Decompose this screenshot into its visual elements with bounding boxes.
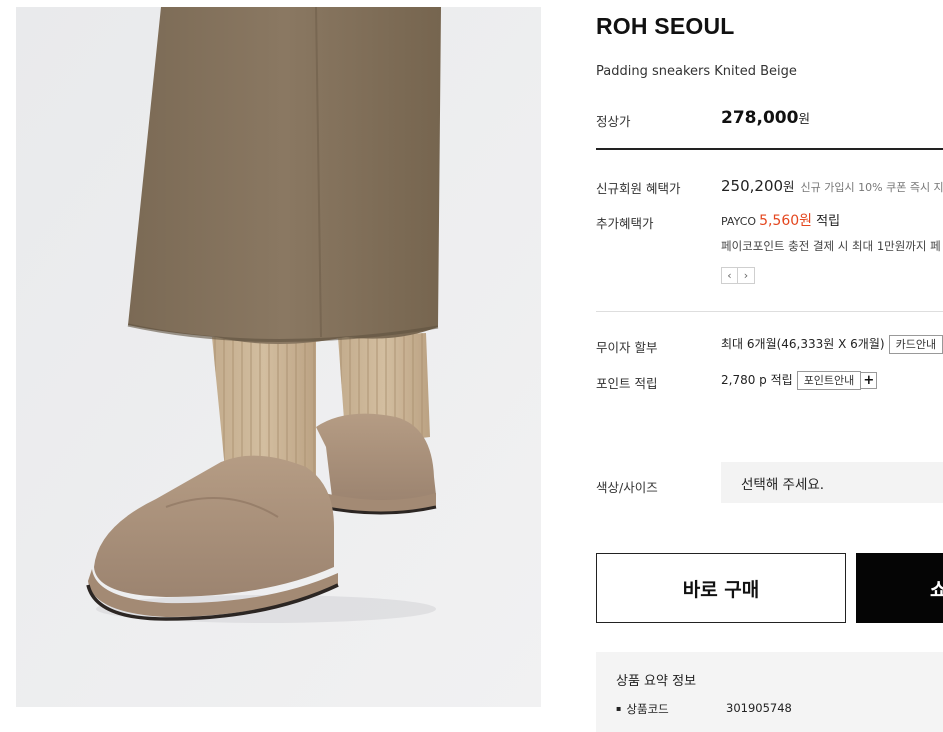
installment-value: 최대 6개월(46,333원 X 6개월) [721, 337, 885, 351]
payco-benefit: PAYCO 5,560원 적립 [721, 210, 840, 230]
regular-price: 278,000원 [721, 108, 810, 128]
member-price-label: 신규회원 혜택가 [596, 181, 681, 196]
card-info-button[interactable]: 카드안내 [888, 335, 943, 354]
product-image[interactable] [16, 7, 541, 707]
product-name: Padding sneakers Knited Beige [596, 64, 797, 79]
payco-label: PAYCO [721, 215, 757, 228]
currency-unit: 원 [798, 111, 810, 126]
buy-now-button[interactable]: 바로 구매 [596, 553, 846, 623]
benefit-divider [596, 311, 943, 312]
points-value: 2,780 p 적립 [721, 373, 793, 387]
installment-info: 최대 6개월(46,333원 X 6개월) 카드안내 [721, 335, 943, 354]
option-select[interactable]: 선택해 주세요. [721, 462, 943, 503]
summary-title: 상품 요약 정보 [616, 674, 697, 689]
option-label: 색상/사이즈 [596, 480, 658, 495]
cart-button-label: 쇼 [930, 578, 943, 601]
points-label: 포인트 적립 [596, 376, 658, 391]
regular-price-value: 278,000 [721, 108, 799, 128]
product-code-label: 상품코드 [616, 701, 668, 717]
product-code-value: 301905748 [726, 701, 792, 715]
product-photo-illustration [16, 7, 541, 707]
cart-button[interactable]: 쇼 [856, 553, 943, 623]
member-price-note: 신규 가입시 10% 쿠폰 즉시 지 [800, 181, 943, 194]
next-arrow-icon[interactable]: › [738, 267, 755, 284]
member-currency-unit: 원 [783, 179, 795, 194]
benefit-pager: ‹ › [721, 267, 755, 284]
plus-icon[interactable]: + [860, 372, 878, 389]
member-price: 250,200원 신규 가입시 10% 쿠폰 즉시 지 [721, 176, 943, 195]
option-select-placeholder: 선택해 주세요. [741, 476, 825, 493]
payco-earn-text: 적립 [816, 214, 841, 229]
points-info: 2,780 p 적립 포인트안내 + [721, 371, 878, 390]
regular-price-label: 정상가 [596, 114, 631, 129]
product-info-panel: ROH SEOUL Padding sneakers Knited Beige … [596, 0, 943, 732]
member-price-value: 250,200 [721, 177, 784, 195]
payco-points: 5,560원 [759, 213, 813, 229]
payco-note: 페이코포인트 충전 결제 시 최대 1만원까지 페 [721, 239, 941, 253]
price-divider [596, 148, 943, 150]
extra-benefit-label: 추가혜택가 [596, 216, 654, 231]
prev-arrow-icon[interactable]: ‹ [721, 267, 738, 284]
points-info-button[interactable]: 포인트안내 [796, 371, 862, 390]
installment-label: 무이자 할부 [596, 340, 658, 355]
brand-name: ROH SEOUL [596, 13, 735, 39]
product-summary-box: 상품 요약 정보 상품코드 301905748 [596, 652, 943, 732]
